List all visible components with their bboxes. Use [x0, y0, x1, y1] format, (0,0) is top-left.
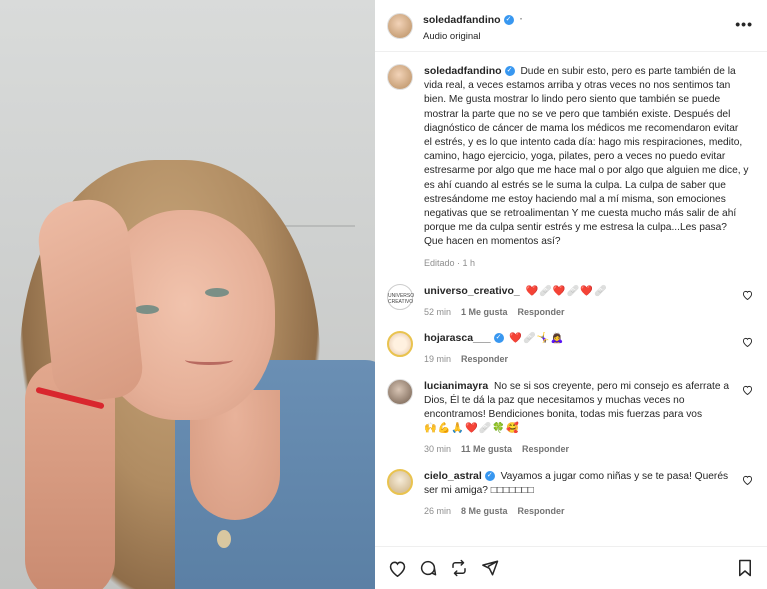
left-eye-shape	[135, 305, 159, 314]
comment-avatar[interactable]	[387, 331, 413, 358]
comment-icon[interactable]	[418, 558, 438, 578]
caption-username[interactable]: soledadfandino ✓	[424, 64, 515, 78]
comment-heart-icon[interactable]	[742, 290, 753, 300]
comment-heart-icon[interactable]	[742, 337, 753, 348]
comment-heart-icon[interactable]	[742, 475, 753, 485]
post-photo[interactable]	[0, 0, 375, 589]
reply-button[interactable]: Responder	[518, 305, 565, 319]
mouth-shape	[185, 355, 233, 365]
verified-badge-icon: ✓	[484, 470, 495, 481]
caption-avatar[interactable]	[387, 64, 413, 90]
author-username[interactable]: soledadfandino ✓ ·	[423, 14, 523, 26]
audio-label[interactable]: Audio original	[423, 31, 523, 42]
action-bar	[375, 546, 767, 589]
caption-meta: Editado · 1 h	[424, 256, 749, 270]
comment-row: UNIVERSO CREATIVO universo_creativo_ ❤️🩹…	[387, 283, 755, 319]
comment-username[interactable]: hojarasca___ ✓	[424, 331, 504, 345]
verified-badge-icon: ✓	[493, 333, 504, 344]
comment-row: lucianimayra No se si sos creyente, pero…	[387, 378, 755, 457]
caption-text: Dude en subir esto, pero es parte tambié…	[424, 66, 749, 248]
comment-heart-icon[interactable]	[742, 385, 753, 395]
comment-time: 19 min	[424, 354, 452, 365]
comment-time: 26 min	[424, 506, 452, 517]
comment-likes[interactable]: 11 Me gusta	[461, 442, 512, 456]
more-dots-icon[interactable]: •••	[735, 16, 753, 32]
verified-badge-icon: ✓	[504, 66, 515, 77]
comment-avatar[interactable]	[387, 468, 413, 495]
heart-icon[interactable]	[387, 558, 407, 578]
edited-label: Editado · 1 h	[424, 257, 476, 268]
comment-text: ❤️🩹❤️🩹❤️🩹	[525, 285, 608, 297]
verified-badge-icon: ✓	[503, 14, 514, 25]
comment-row: hojarasca___ ✓ ❤️🩹🤸‍♀️🙇‍♀️ 19 min Respond…	[387, 331, 755, 366]
comment-username[interactable]: lucianimayra	[424, 379, 488, 393]
comment-username[interactable]: universo_creativo_	[424, 284, 520, 298]
comments-list: soledadfandino ✓ Dude en subir esto, pero…	[375, 52, 767, 546]
comment-time: 30 min	[424, 444, 452, 455]
comment-likes[interactable]: 8 Me gusta	[461, 504, 508, 518]
comment-text: ❤️🩹🤸‍♀️🙇‍♀️	[509, 333, 565, 345]
comment-likes[interactable]: 1 Me gusta	[461, 305, 508, 319]
repost-icon[interactable]	[449, 558, 469, 578]
send-icon[interactable]	[480, 558, 500, 578]
comment-avatar[interactable]: UNIVERSO CREATIVO	[387, 283, 414, 310]
comment-username[interactable]: cielo_astral ✓	[424, 469, 495, 483]
author-avatar[interactable]	[387, 12, 413, 39]
reply-button[interactable]: Responder	[461, 352, 508, 366]
comment-row: cielo_astral ✓ Vayamos a jugar como niñas…	[387, 468, 755, 519]
bookmark-icon[interactable]	[735, 558, 755, 578]
post-header: soledadfandino ✓ · Audio original •••	[375, 0, 767, 52]
comment-avatar[interactable]	[387, 378, 413, 405]
caption-row: soledadfandino ✓ Dude en subir esto, pero…	[387, 64, 755, 270]
reply-button[interactable]: Responder	[518, 504, 565, 518]
separator-dot: ·	[519, 14, 523, 25]
post-sidebar: soledadfandino ✓ · Audio original ••• so…	[375, 0, 767, 589]
pendant-shape	[217, 530, 231, 548]
reply-button[interactable]: Responder	[522, 442, 569, 456]
right-eye-shape	[205, 288, 229, 297]
comment-emojis: 🙌💪🙏❤️🩹🍀🥰	[424, 423, 520, 435]
comment-time: 52 min	[424, 307, 452, 318]
